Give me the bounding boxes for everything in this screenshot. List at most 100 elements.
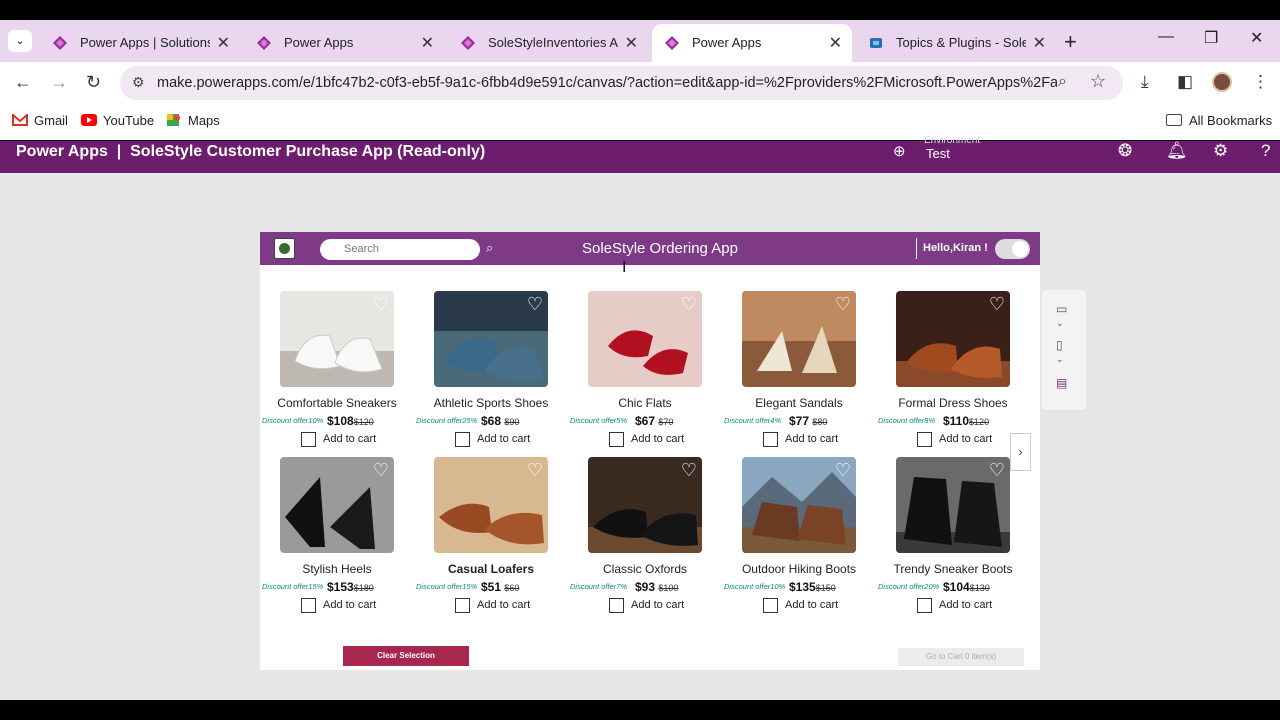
browser-tab-solutions[interactable]: Power Apps | Solutions - ✕	[40, 24, 240, 62]
add-to-cart-checkbox[interactable]	[455, 598, 470, 613]
text-cursor-icon: I	[622, 259, 627, 276]
product-image[interactable]: ♡	[434, 291, 548, 387]
add-to-cart-checkbox[interactable]	[609, 598, 624, 613]
browser-toolbar: ← → ↻ ⚙ make.powerapps.com/e/1bfc47b2-c0…	[0, 62, 1280, 104]
close-icon[interactable]: ✕	[421, 33, 434, 53]
phone-icon[interactable]: ▯	[1056, 338, 1063, 352]
browser-tab-powerapps[interactable]: Power Apps ✕	[244, 24, 444, 62]
zoom-icon[interactable]: ⌕	[1058, 73, 1067, 91]
product-image[interactable]: ♡	[280, 291, 394, 387]
product-image[interactable]: ♡	[896, 291, 1010, 387]
bookmark-gmail[interactable]: Gmail	[12, 113, 68, 128]
product-image[interactable]: ♡	[588, 457, 702, 553]
new-tab-icon[interactable]: +	[1064, 29, 1077, 55]
add-to-cart-checkbox[interactable]	[455, 432, 470, 447]
search-icon[interactable]: ⌕	[486, 240, 493, 256]
powerapps-logo-icon	[257, 36, 271, 50]
current-price: $68	[481, 414, 502, 428]
product-name: Elegant Sandals	[755, 396, 843, 410]
tab-strip: ⌄ Power Apps | Solutions - ✕ Power Apps …	[0, 20, 1280, 62]
environment-value[interactable]: Test	[926, 146, 950, 161]
product-name: Trendy Sneaker Boots	[893, 562, 1013, 576]
close-icon[interactable]: ✕	[217, 33, 230, 53]
back-icon[interactable]: ←	[14, 72, 32, 93]
bookmark-label: YouTube	[103, 113, 155, 128]
heart-icon[interactable]: ♡	[681, 294, 697, 315]
screen-layout-icon[interactable]: ▤	[1056, 376, 1067, 390]
browser-tab-inventories[interactable]: SoleStyleInventories Acti ✕	[448, 24, 648, 62]
all-bookmarks[interactable]: All Bookmarks	[1166, 113, 1272, 128]
product-image[interactable]: ♡	[588, 291, 702, 387]
bookmark-star-icon[interactable]: ☆	[1090, 71, 1106, 92]
restore-icon[interactable]: ❐	[1204, 28, 1218, 48]
add-to-cart-checkbox[interactable]	[763, 598, 778, 613]
add-to-cart-checkbox[interactable]	[301, 432, 316, 447]
product-card: ♡ Classic Oxfords Discount offer7% $93 $…	[568, 457, 722, 617]
powerapps-logo-icon	[665, 36, 679, 50]
discount-label: Discount offer25%	[416, 416, 478, 425]
add-to-cart-checkbox[interactable]	[917, 432, 932, 447]
copilot-icon[interactable]: ❂	[1118, 141, 1132, 161]
page-title: Power Apps | SoleStyle Customer Purchase…	[16, 143, 486, 160]
bookmark-youtube[interactable]: YouTube	[81, 113, 154, 128]
bookmark-maps[interactable]: Maps	[166, 113, 220, 128]
add-to-cart-checkbox[interactable]	[609, 432, 624, 447]
product-image[interactable]: ♡	[742, 291, 856, 387]
chevron-down-icon[interactable]: ⌄	[1056, 318, 1064, 329]
minimize-icon[interactable]: —	[1158, 28, 1174, 46]
heart-icon[interactable]: ♡	[835, 294, 851, 315]
price: $135$150	[789, 580, 836, 594]
discount-label: Discount offer15%	[416, 582, 478, 591]
tab-title: SoleStyleInventories Acti	[488, 35, 618, 50]
browser-tab-active[interactable]: Power Apps ✕	[652, 24, 852, 62]
heart-icon[interactable]: ♡	[527, 294, 543, 315]
screen: { "browser": { "tabs": [ {"title": "Powe…	[0, 0, 1280, 720]
url-text[interactable]: make.powerapps.com/e/1bfc47b2-c0f3-eb5f-…	[157, 75, 1057, 91]
close-icon[interactable]: ✕	[829, 33, 842, 53]
add-to-cart-checkbox[interactable]	[763, 432, 778, 447]
settings-gear-icon[interactable]: ⚙	[1213, 141, 1228, 161]
product-image[interactable]: ♡	[280, 457, 394, 553]
download-icon[interactable]: ⤓	[1141, 72, 1149, 92]
close-icon[interactable]: ✕	[1033, 33, 1046, 53]
gallery-next-button[interactable]: ›	[1010, 433, 1031, 471]
old-price: $70	[658, 417, 674, 427]
reload-icon[interactable]: ↻	[86, 72, 101, 93]
heart-icon[interactable]: ♡	[835, 460, 851, 481]
app-title: SoleStyle Ordering App	[582, 240, 738, 257]
folder-icon	[1166, 114, 1182, 126]
search-input[interactable]: Search	[320, 239, 480, 260]
heart-icon[interactable]: ♡	[373, 294, 389, 315]
product-image[interactable]: ♡	[434, 457, 548, 553]
tablet-icon[interactable]: ▭	[1056, 302, 1067, 316]
go-to-cart-button[interactable]: Go to Cart 0 item(s)	[898, 648, 1024, 666]
address-bar[interactable]: ⚙ make.powerapps.com/e/1bfc47b2-c0f3-eb5…	[120, 66, 1123, 100]
discount-label: Discount offer10%	[724, 582, 786, 591]
heart-icon[interactable]: ♡	[681, 460, 697, 481]
heart-icon[interactable]: ♡	[527, 460, 543, 481]
product-image[interactable]: ♡	[896, 457, 1010, 553]
window-close-icon[interactable]: ✕	[1250, 28, 1263, 48]
forward-icon[interactable]: →	[50, 72, 68, 93]
help-icon[interactable]: ?	[1261, 141, 1270, 161]
tab-search-button[interactable]: ⌄	[8, 30, 32, 52]
profile-avatar[interactable]	[1212, 72, 1232, 92]
heart-icon[interactable]: ♡	[373, 460, 389, 481]
current-price: $51	[481, 580, 502, 594]
product-image[interactable]: ♡	[742, 457, 856, 553]
theme-toggle[interactable]	[995, 239, 1030, 259]
notification-bell-icon[interactable]: 🔔︎	[1166, 141, 1188, 161]
site-info-icon[interactable]: ⚙	[132, 74, 145, 91]
browser-tab-topics[interactable]: Topics & Plugins - SoleSt ✕	[856, 24, 1056, 62]
tab-title: Power Apps | Solutions -	[80, 35, 210, 50]
chevron-down-icon[interactable]: ⌄	[1056, 354, 1064, 365]
add-to-cart-checkbox[interactable]	[917, 598, 932, 613]
add-to-cart-checkbox[interactable]	[301, 598, 316, 613]
heart-icon[interactable]: ♡	[989, 460, 1005, 481]
old-price: $80	[812, 417, 828, 427]
side-panel-icon[interactable]: ◧	[1177, 72, 1193, 92]
more-menu-icon[interactable]: ⋮	[1252, 72, 1269, 92]
heart-icon[interactable]: ♡	[989, 294, 1005, 315]
clear-selection-button[interactable]: Clear Selection	[343, 646, 469, 666]
close-icon[interactable]: ✕	[625, 33, 638, 53]
